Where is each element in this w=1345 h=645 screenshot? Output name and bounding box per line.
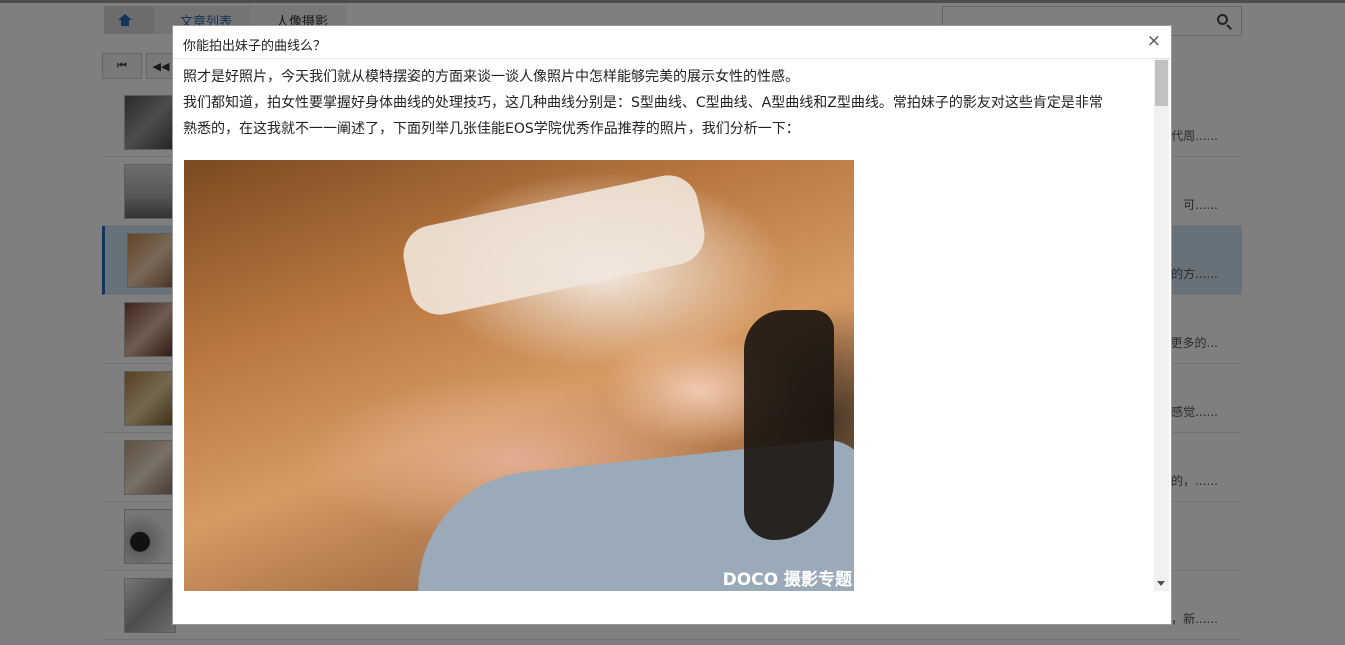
modal-body: 照才是好照片，今天我们就从模特摆姿的方面来谈一谈人像照片中怎样能够完美的展示女性…	[183, 64, 1153, 591]
modal-title: 你能拍出妹子的曲线么？	[183, 39, 327, 54]
article-modal: 你能拍出妹子的曲线么？ × 照才是好照片，今天我们就从模特摆姿的方面来谈一谈人像…	[172, 25, 1172, 625]
scroll-down-arrow-icon[interactable]	[1157, 581, 1165, 586]
modal-scrollbar[interactable]	[1154, 59, 1169, 591]
scroll-thumb[interactable]	[1155, 60, 1168, 106]
modal-header: 你能拍出妹子的曲线么？ ×	[173, 26, 1171, 59]
photo-watermark: DOCO 摄影专题	[722, 570, 852, 590]
article-paragraph: 照才是好照片，今天我们就从模特摆姿的方面来谈一谈人像照片中怎样能够完美的展示女性…	[183, 69, 799, 85]
article-photo: DOCO 摄影专题	[184, 160, 854, 591]
article-paragraph: 熟悉的，在这我就不一一阐述了，下面列举几张佳能EOS学院优秀作品推荐的照片，我们…	[183, 121, 800, 137]
close-icon[interactable]: ×	[1147, 32, 1161, 50]
article-paragraph: 我们都知道，拍女性要掌握好身体曲线的处理技巧，这几种曲线分别是：S型曲线、C型曲…	[183, 95, 1103, 111]
